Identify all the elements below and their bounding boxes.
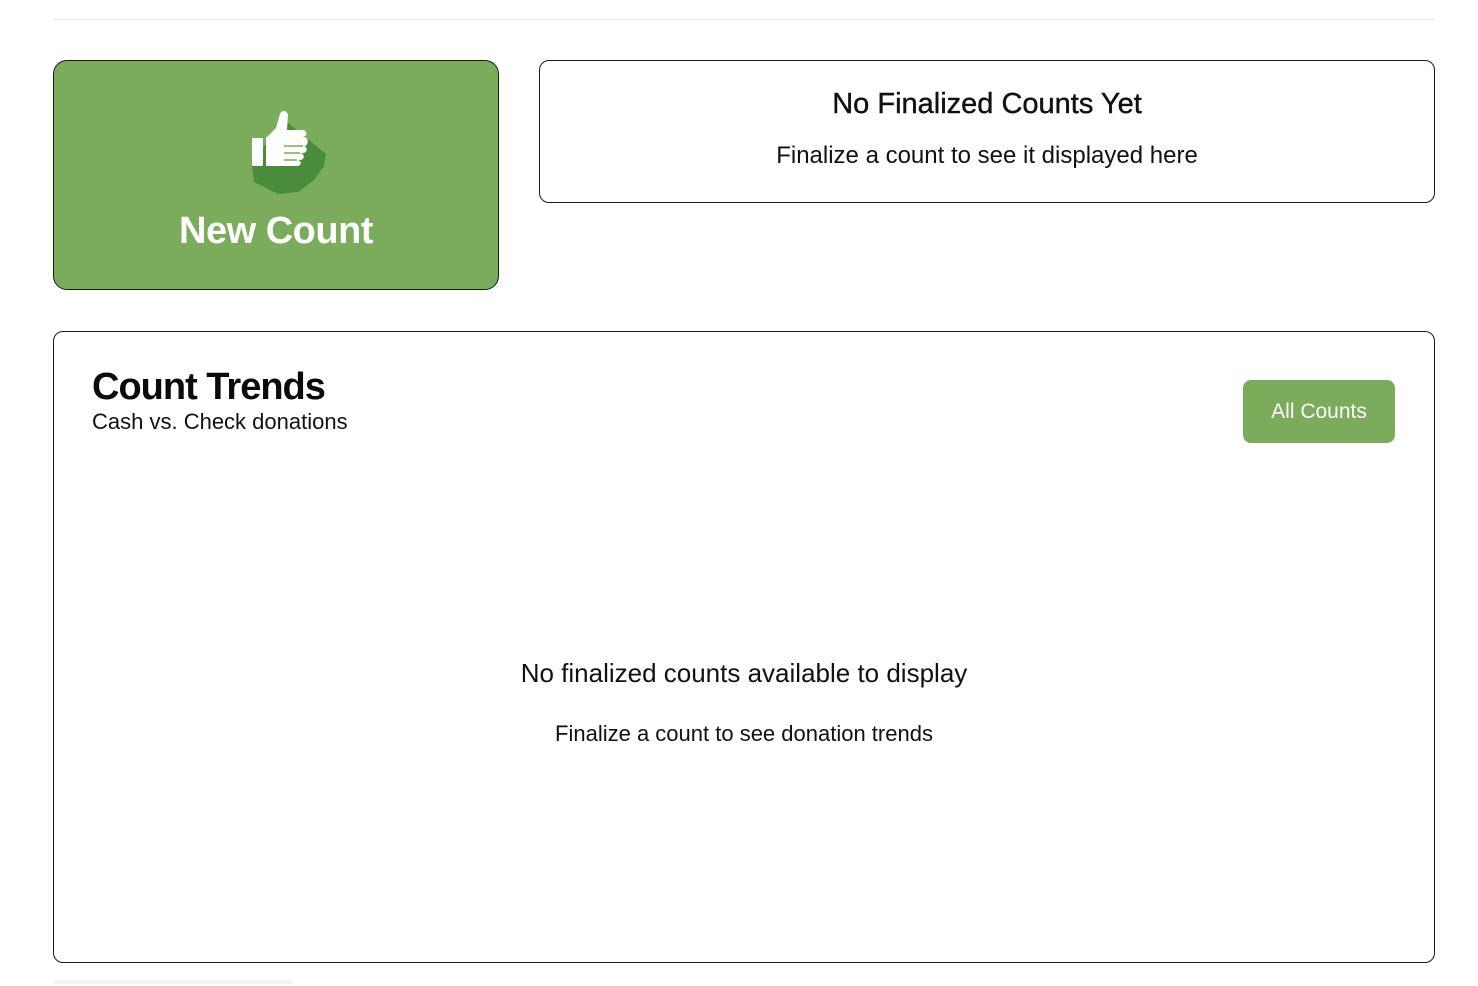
all-counts-button[interactable]: All Counts [1243, 380, 1395, 443]
latest-count-card [539, 60, 1435, 203]
empty-state-subtitle: Finalize a count to see donation trends [555, 721, 933, 746]
top-divider [53, 19, 1435, 20]
latest-count-title: No Finalized Counts Yet [832, 88, 1142, 120]
count-trends-title: Count Trends [92, 366, 326, 408]
empty-state-title: No finalized counts available to display [520, 658, 968, 688]
new-count-label[interactable]: New Count [53, 210, 499, 253]
count-trends-subtitle: Cash vs. Check donations [92, 409, 348, 434]
thumbs-up-icon [252, 111, 326, 194]
latest-count-subtitle: Finalize a count to see it displayed her… [776, 142, 1198, 169]
bottom-divider [53, 980, 293, 984]
